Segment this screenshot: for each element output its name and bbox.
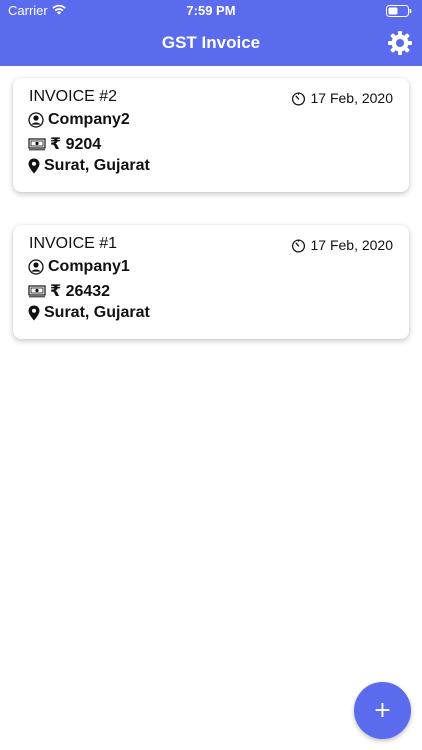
timer-icon xyxy=(292,91,306,105)
user-icon xyxy=(28,259,44,275)
page-title: GST Invoice xyxy=(161,33,261,52)
invoice-title: INVOICE #1 xyxy=(29,235,118,252)
gear-icon[interactable] xyxy=(387,30,413,56)
amount-row: ₹ 9204 xyxy=(28,134,101,154)
location-pin-icon xyxy=(28,158,40,174)
invoice-location: Surat, Gujarat xyxy=(44,157,150,174)
location-row: Surat, Gujarat xyxy=(28,157,150,175)
battery-icon xyxy=(386,5,412,17)
navigation-bar: Carrier 7:59 PM GST Invoice xyxy=(0,0,422,66)
invoice-date: 17 Feb, 2020 xyxy=(291,90,393,106)
company-name: Company2 xyxy=(48,111,130,128)
company-row: Company2 xyxy=(28,111,130,129)
money-icon xyxy=(28,138,46,151)
add-invoice-button[interactable]: + xyxy=(354,682,411,739)
invoice-amount: ₹ 9204 xyxy=(50,136,102,153)
location-row: Surat, Gujarat xyxy=(28,304,150,322)
invoice-date-text: 17 Feb, 2020 xyxy=(310,90,393,106)
company-name: Company1 xyxy=(48,258,130,275)
company-row: Company1 xyxy=(28,258,130,276)
user-icon xyxy=(28,112,44,128)
status-time: 7:59 PM xyxy=(186,3,236,18)
invoice-location: Surat, Gujarat xyxy=(44,304,150,321)
invoice-amount: ₹ 26432 xyxy=(50,283,111,300)
amount-row: ₹ 26432 xyxy=(28,281,110,301)
timer-icon xyxy=(292,238,306,252)
invoice-card[interactable]: INVOICE #2 17 Feb, 2020 Company2 ₹ 9204 xyxy=(13,78,409,192)
invoice-card[interactable]: INVOICE #1 17 Feb, 2020 Company1 ₹ 26432 xyxy=(13,225,409,339)
invoice-date-text: 17 Feb, 2020 xyxy=(310,237,393,253)
plus-icon: + xyxy=(373,697,392,723)
status-bar: Carrier 7:59 PM xyxy=(0,0,422,22)
location-pin-icon xyxy=(28,305,40,321)
invoice-date: 17 Feb, 2020 xyxy=(291,237,393,253)
money-icon xyxy=(28,285,46,298)
invoice-title: INVOICE #2 xyxy=(29,88,118,105)
